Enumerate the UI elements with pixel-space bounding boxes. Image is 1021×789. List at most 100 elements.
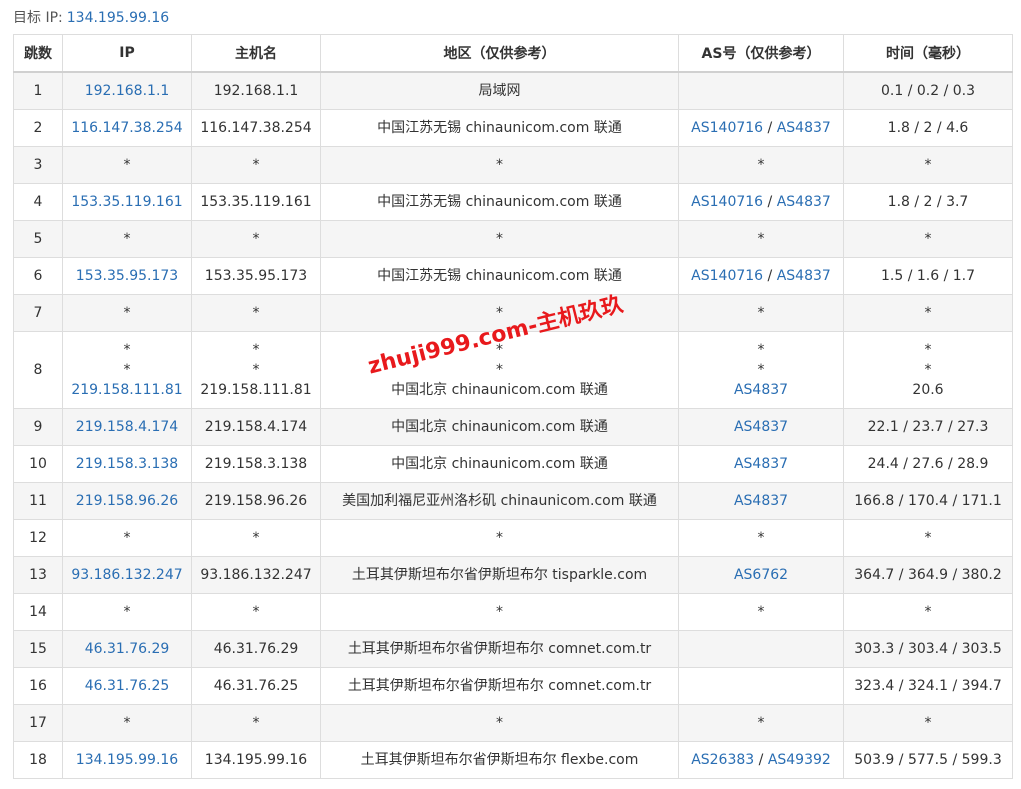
time-cell: 1.8 / 2 / 4.6 (843, 109, 1013, 147)
ip-link[interactable]: 192.168.1.1 (85, 83, 170, 99)
time-cell: 166.8 / 170.4 / 171.1 (843, 482, 1013, 520)
region-text: * (496, 530, 503, 546)
region-text: 中国江苏无锡 chinaunicom.com 联通 (377, 194, 622, 210)
time-cell: 1.5 / 1.6 / 1.7 (843, 257, 1013, 295)
time-cell: 1.8 / 2 / 3.7 (843, 183, 1013, 221)
ip-cell: 219.158.3.138 (62, 445, 192, 483)
as-link[interactable]: AS4837 (777, 268, 831, 284)
ip-link[interactable]: 219.158.4.174 (76, 419, 178, 435)
region-cell: 土耳其伊斯坦布尔省伊斯坦布尔 comnet.com.tr (320, 630, 679, 668)
hostname-text: 153.35.119.161 (200, 194, 312, 210)
table-row: 3 * * * * * (13, 146, 1013, 184)
ip-cell: 46.31.76.29 (62, 630, 192, 668)
hop-cell: 2 (13, 109, 63, 147)
region-cell: * (320, 294, 679, 332)
as-cell: * (678, 593, 844, 631)
time-cell: 503.9 / 577.5 / 599.3 (843, 741, 1013, 779)
ip-link[interactable]: 153.35.119.161 (71, 194, 182, 210)
time-text: 303.3 / 303.4 / 303.5 (854, 641, 1002, 657)
as-cell: AS140716 / AS4837 (678, 109, 844, 147)
ip-timeout: * (123, 362, 131, 378)
as-timeout: * (757, 530, 765, 546)
hostname-cell: 219.158.96.26 (191, 482, 321, 520)
ip-cell: 219.158.96.26 (62, 482, 192, 520)
col-header-time: 时间（毫秒） (843, 34, 1013, 73)
target-ip-value[interactable]: 134.195.99.16 (67, 10, 169, 26)
region-cell: * (320, 593, 679, 631)
hop-cell: 16 (13, 667, 63, 705)
as-link[interactable]: AS140716 (691, 194, 763, 210)
time-cell: * (843, 146, 1013, 184)
as-link[interactable]: AS140716 (691, 268, 763, 284)
hostname-text: 192.168.1.1 (213, 83, 299, 99)
hop-cell: 1 (13, 71, 63, 110)
as-link[interactable]: AS140716 (691, 120, 763, 136)
ip-link[interactable]: 46.31.76.25 (85, 678, 170, 694)
as-link[interactable]: AS4837 (734, 493, 788, 509)
region-text: 土耳其伊斯坦布尔省伊斯坦布尔 comnet.com.tr (347, 641, 652, 657)
hop-cell: 15 (13, 630, 63, 668)
ip-link[interactable]: 219.158.111.81 (71, 382, 182, 398)
time-text: 20.6 (912, 382, 944, 398)
hop-cell: 10 (13, 445, 63, 483)
region-text: 土耳其伊斯坦布尔省伊斯坦布尔 comnet.com.tr (347, 678, 652, 694)
hop-number: 5 (33, 231, 43, 247)
traceroute-table: 跳数 IP 主机名 地区（仅供参考） AS号（仅供参考） 时间（毫秒） 1 192… (13, 34, 1013, 779)
as-timeout: * (757, 715, 765, 731)
as-separator: / (763, 120, 777, 136)
as-link[interactable]: AS4837 (777, 194, 831, 210)
ip-timeout: * (123, 342, 131, 358)
hostname-text: * (252, 305, 260, 321)
ip-link[interactable]: 219.158.96.26 (76, 493, 178, 509)
time-cell: * (843, 220, 1013, 258)
as-link[interactable]: AS26383 (691, 752, 754, 768)
ip-link[interactable]: 219.158.3.138 (76, 456, 178, 472)
ip-link[interactable]: 93.186.132.247 (71, 567, 182, 583)
ip-link[interactable]: 153.35.95.173 (76, 268, 178, 284)
table-row: 7 * * * * * (13, 294, 1013, 332)
as-cell: AS140716 / AS4837 (678, 183, 844, 221)
ip-cell: * (62, 220, 192, 258)
time-text: * (924, 342, 932, 358)
time-text: 364.7 / 364.9 / 380.2 (854, 567, 1002, 583)
table-row: 16 46.31.76.25 46.31.76.25 土耳其伊斯坦布尔省伊斯坦布尔 c… (13, 667, 1013, 705)
time-cell: * (843, 519, 1013, 557)
region-cell: 中国江苏无锡 chinaunicom.com 联通 (320, 183, 679, 221)
as-cell: * (678, 294, 844, 332)
ip-link[interactable]: 46.31.76.29 (85, 641, 170, 657)
as-link[interactable]: AS4837 (734, 419, 788, 435)
as-link[interactable]: AS4837 (734, 382, 788, 398)
table-row: 11 219.158.96.26 219.158.96.26 美国加利福尼亚州洛杉矶 … (13, 482, 1013, 520)
hop-cell: 12 (13, 519, 63, 557)
as-link[interactable]: AS49392 (768, 752, 831, 768)
hop-number: 11 (29, 493, 47, 509)
as-link[interactable]: AS4837 (734, 456, 788, 472)
as-timeout: * (757, 604, 765, 620)
ip-link[interactable]: 116.147.38.254 (71, 120, 182, 136)
hostname-cell: 219.158.3.138 (191, 445, 321, 483)
table-header-row: 跳数 IP 主机名 地区（仅供参考） AS号（仅供参考） 时间（毫秒） (13, 34, 1013, 73)
ip-link[interactable]: 134.195.99.16 (76, 752, 178, 768)
as-link[interactable]: AS4837 (777, 120, 831, 136)
hostname-cell: * (191, 519, 321, 557)
table-row: 8 * * 219.158.111.81 * * 219.158.111.81 * * 中国北京 … (13, 331, 1013, 409)
region-cell: 中国北京 chinaunicom.com 联通 (320, 445, 679, 483)
as-separator: / (754, 752, 768, 768)
ip-cell: * (62, 593, 192, 631)
ip-cell: 46.31.76.25 (62, 667, 192, 705)
hostname-text: * (252, 157, 260, 173)
hop-cell: 18 (13, 741, 63, 779)
ip-cell: 134.195.99.16 (62, 741, 192, 779)
hop-number: 15 (29, 641, 47, 657)
table-row: 9 219.158.4.174 219.158.4.174 中国北京 chinauni… (13, 408, 1013, 446)
as-cell: * (678, 220, 844, 258)
hop-cell: 4 (13, 183, 63, 221)
hop-number: 7 (33, 305, 43, 321)
ip-cell: 93.186.132.247 (62, 556, 192, 594)
as-cell: AS4837 (678, 408, 844, 446)
as-link[interactable]: AS6762 (734, 567, 788, 583)
region-text: 中国江苏无锡 chinaunicom.com 联通 (377, 268, 622, 284)
region-cell: * (320, 704, 679, 742)
hop-number: 10 (29, 456, 47, 472)
hostname-cell: 46.31.76.29 (191, 630, 321, 668)
